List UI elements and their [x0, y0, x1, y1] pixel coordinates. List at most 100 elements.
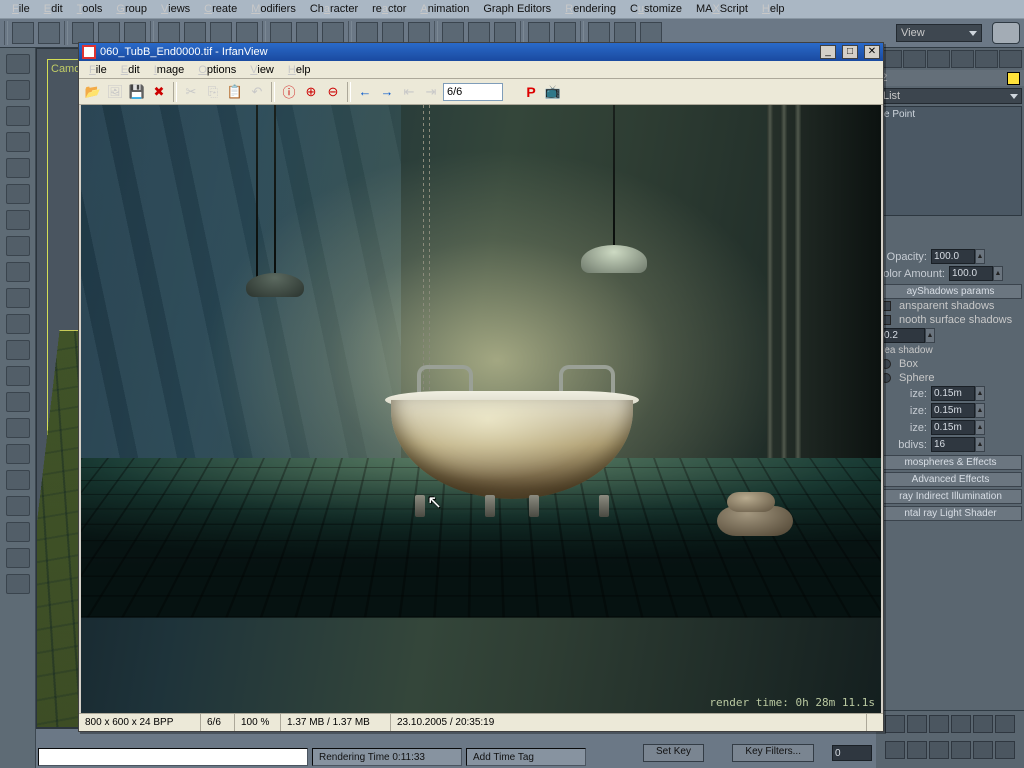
percent-snap-button[interactable] [408, 22, 430, 44]
slideshow-icon[interactable]: 🖼 [105, 82, 125, 102]
frame-input[interactable] [832, 745, 872, 761]
vsize-input[interactable] [931, 403, 975, 418]
undo-button[interactable] [12, 22, 34, 44]
render-teapot-button[interactable] [992, 22, 1020, 44]
next-page-icon[interactable]: ⇥ [421, 82, 441, 102]
zoom-out-icon[interactable]: ⊖ [323, 82, 343, 102]
page-field[interactable] [443, 83, 503, 101]
subdivs-spinner[interactable]: ▲ [931, 437, 985, 452]
plane-icon[interactable] [6, 184, 30, 204]
schematic-button[interactable] [554, 22, 576, 44]
scale-button[interactable] [322, 22, 344, 44]
zoom-ext-icon[interactable] [907, 741, 927, 759]
set-key-button[interactable]: Set Key [643, 744, 704, 762]
opacity-spinner[interactable]: ▲ [931, 249, 985, 264]
quick-render-button[interactable] [640, 22, 662, 44]
brush-icon[interactable] [6, 236, 30, 256]
pan-icon[interactable] [951, 741, 971, 759]
paste-icon[interactable]: 📋 [225, 82, 245, 102]
frame-spinner[interactable] [832, 744, 872, 762]
fov-icon[interactable] [929, 741, 949, 759]
info-icon[interactable]: ⓘ [279, 82, 299, 102]
ref-coord-dropdown[interactable]: View [896, 24, 982, 42]
menu-file[interactable]: File [6, 2, 36, 16]
iv-menu-file[interactable]: File [83, 63, 113, 77]
remove-mod-icon[interactable] [971, 221, 987, 237]
star-icon[interactable] [6, 158, 30, 178]
add-time-tag-button[interactable]: Add Time Tag [466, 748, 586, 766]
cut-icon[interactable]: ✂ [181, 82, 201, 102]
iv-menu-options[interactable]: Options [192, 63, 242, 77]
window-crossing-button[interactable] [236, 22, 258, 44]
mirror-button[interactable] [442, 22, 464, 44]
menu-help[interactable]: Help [756, 2, 791, 16]
delete-icon[interactable]: ✖ [149, 82, 169, 102]
spinner-up-icon[interactable]: ▲ [993, 266, 1003, 281]
smooth-input[interactable] [881, 328, 925, 343]
rollout-atmospheres[interactable]: mospheres & Effects [879, 455, 1022, 470]
modifier-list-dropdown[interactable]: List [879, 88, 1022, 104]
select-name-button[interactable] [184, 22, 206, 44]
coloramount-input[interactable] [949, 266, 993, 281]
save-icon[interactable]: 💾 [127, 82, 147, 102]
menu-reactor[interactable]: reactor [366, 2, 412, 16]
show-end-icon[interactable] [914, 221, 930, 237]
iv-menu-image[interactable]: Image [148, 63, 191, 77]
spinner-up-icon[interactable]: ▲ [975, 386, 985, 401]
usize-input[interactable] [931, 386, 975, 401]
rollout-lightshader[interactable]: ntal ray Light Shader [879, 506, 1022, 521]
arrow-icon[interactable] [6, 314, 30, 334]
subdivs-input[interactable] [931, 437, 975, 452]
pin-stack-icon[interactable] [885, 221, 901, 237]
tab-panel-icon[interactable] [6, 54, 30, 74]
paint-icon[interactable] [6, 496, 30, 516]
unique-icon[interactable] [942, 221, 958, 237]
sphere-icon[interactable] [6, 106, 30, 126]
paint-icon[interactable]: P [521, 82, 541, 102]
maximize-icon[interactable] [995, 741, 1015, 759]
iv-menu-view[interactable]: View [244, 63, 280, 77]
next-image-icon[interactable]: → [377, 82, 397, 102]
select-button[interactable] [158, 22, 180, 44]
select-rect-button[interactable] [210, 22, 232, 44]
arc-rotate-icon[interactable] [973, 741, 993, 759]
rotate-button[interactable] [296, 22, 318, 44]
zoom-icon[interactable] [995, 715, 1015, 733]
menu-tools[interactable]: Tools [71, 2, 109, 16]
menu-grapheditors[interactable]: Graph Editors [477, 2, 557, 16]
undo-icon[interactable]: ↶ [247, 82, 267, 102]
maximize-button[interactable]: □ [842, 45, 858, 59]
prev-image-icon[interactable]: ← [355, 82, 375, 102]
menu-views[interactable]: Views [155, 2, 196, 16]
prev-frame-icon[interactable] [907, 715, 927, 733]
transparent-shadows-row[interactable]: ansparent shadows [877, 299, 1024, 313]
opacity-input[interactable] [931, 249, 975, 264]
spinner-up-icon[interactable]: ▲ [975, 437, 985, 452]
zoom-in-icon[interactable]: ⊕ [301, 82, 321, 102]
cylinder-icon[interactable] [6, 132, 30, 152]
key-filters-button[interactable]: Key Filters... [732, 744, 814, 762]
orbit-icon[interactable] [6, 418, 30, 438]
material-button[interactable] [588, 22, 610, 44]
misc2-icon[interactable] [6, 548, 30, 568]
curve-editor-button[interactable] [528, 22, 550, 44]
bind-button[interactable] [124, 22, 146, 44]
iv-titlebar[interactable]: 060_TubB_End0000.tif - IrfanView _ □ ✕ [79, 43, 883, 61]
tab-display[interactable] [975, 50, 998, 68]
play-icon[interactable] [929, 715, 949, 733]
move-button[interactable] [270, 22, 292, 44]
align-button[interactable] [468, 22, 490, 44]
menu-group[interactable]: Group [110, 2, 153, 16]
wsize-spinner[interactable]: ▲ [931, 420, 985, 435]
smooth-shadows-row[interactable]: nooth surface shadows [877, 313, 1024, 327]
resize-grip[interactable] [867, 714, 883, 731]
menu-animation[interactable]: Animation [414, 2, 475, 16]
tab-modify[interactable] [903, 50, 926, 68]
vsize-spinner[interactable]: ▲ [931, 403, 985, 418]
gear-icon[interactable] [6, 288, 30, 308]
redo-button[interactable] [38, 22, 60, 44]
stack-item[interactable]: e Point [880, 107, 1021, 122]
object-color-swatch[interactable] [1007, 72, 1020, 85]
link-button[interactable] [72, 22, 94, 44]
close-button[interactable]: ✕ [864, 45, 880, 59]
